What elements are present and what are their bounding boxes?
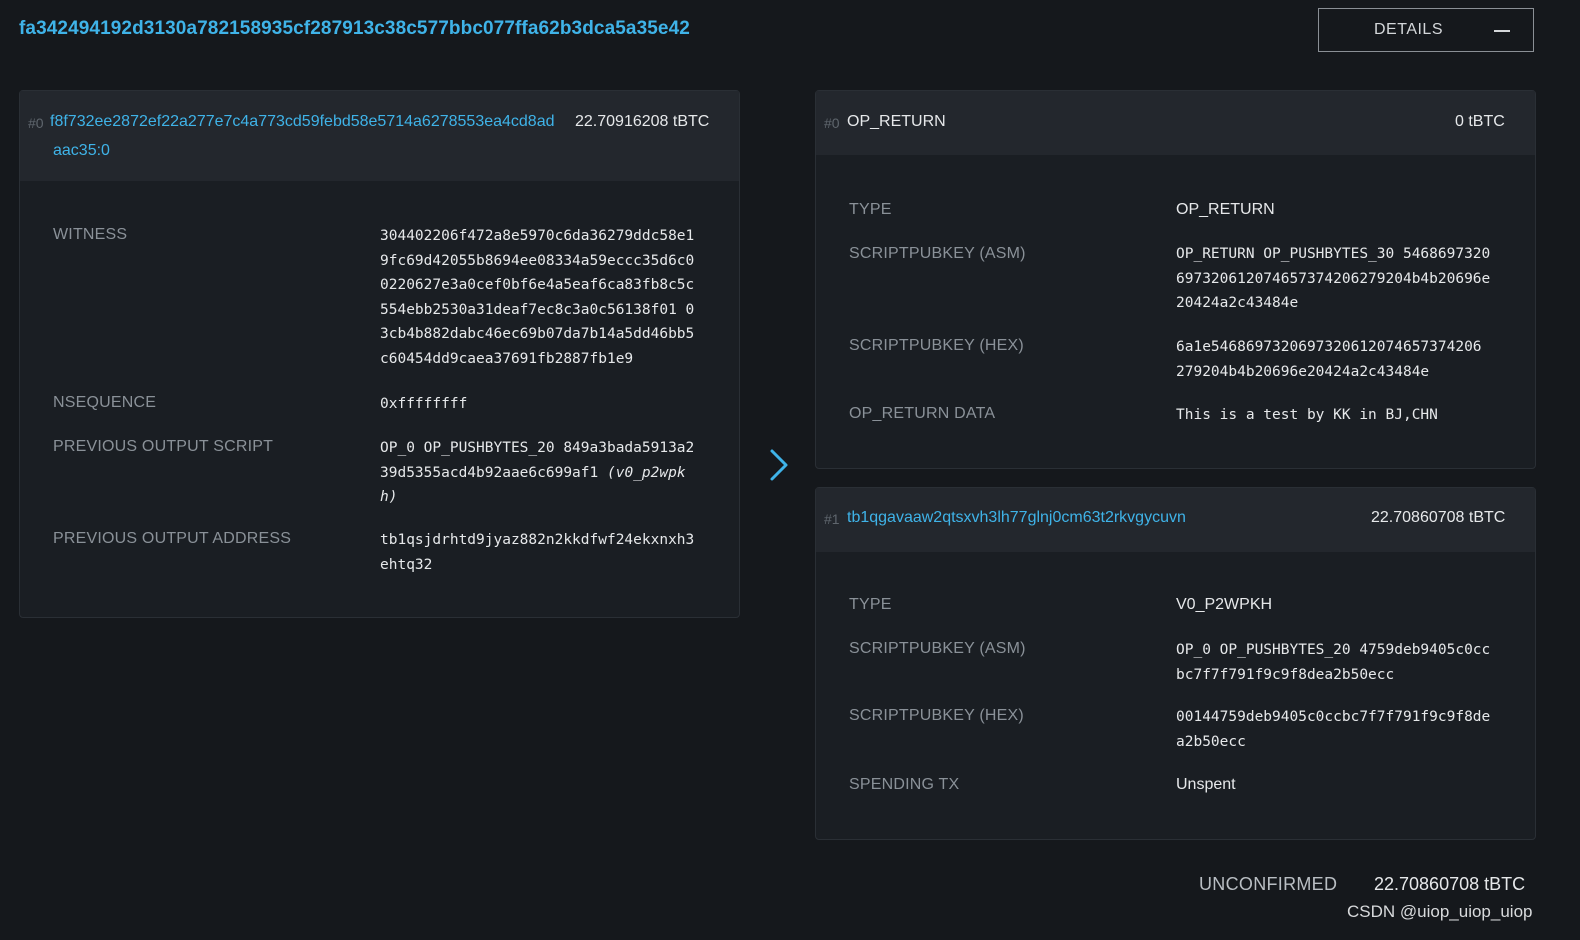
details-button-label: DETAILS [1374, 21, 1443, 38]
output-1-hex-value: 00144759deb9405c0ccbc7f7f791f9c9f8de a2b… [1176, 709, 1491, 750]
output-1-asm-label: SCRIPTPUBKEY (ASM) [849, 640, 1026, 657]
witness-label: WITNESS [53, 226, 128, 243]
output-1-address-link[interactable]: tb1qgavaaw2qtsxvh3lh77glnj0cm63t2rkvgycu… [847, 509, 1186, 527]
confirmation-status: UNCONFIRMED [1199, 874, 1338, 894]
prev-output-address-link[interactable]: tb1qsjdrhtd9jyaz882n2kkdfwf24ekxnxh3 eht… [380, 528, 710, 577]
output-1-asm-value: OP_0 OP_PUSHBYTES_20 4759deb9405c0cc bc7… [1176, 642, 1491, 683]
spending-tx-value: Unspent [1176, 776, 1236, 793]
chevron-right-icon [770, 449, 788, 481]
witness-value: 304402206f472a8e5970c6da36279ddc58e1 9fc… [380, 228, 695, 367]
prev-output-script-value: OP_0 OP_PUSHBYTES_20 849a3bada5913a2 39d… [380, 440, 695, 505]
output-card-1-header: #1 tb1qgavaaw2qtsxvh3lh77glnj0cm63t2rkvg… [816, 488, 1535, 552]
output-0-index: #0 [824, 115, 840, 131]
output-0-hex-value: 6a1e5468697320697320612074657374206 2792… [1176, 339, 1482, 380]
output-0-type-value: OP_RETURN [1176, 201, 1275, 218]
input-card-header: #0 f8f732ee2872ef22a277e7c4a773cd59febd5… [20, 91, 739, 181]
output-0-asm-label: SCRIPTPUBKEY (ASM) [849, 245, 1026, 262]
input-card: #0 f8f732ee2872ef22a277e7c4a773cd59febd5… [19, 90, 740, 618]
output-card-0: #0 OP_RETURN 0 tBTC TYPE OP_RETURN SCRIP… [815, 90, 1536, 469]
op-return-data-label: OP_RETURN DATA [849, 405, 996, 422]
prev-output-script-label: PREVIOUS OUTPUT SCRIPT [53, 438, 274, 455]
output-1-amount: 22.70860708 tBTC [1371, 509, 1506, 526]
output-1-hex-label: SCRIPTPUBKEY (HEX) [849, 707, 1024, 724]
output-0-title: OP_RETURN [847, 113, 946, 130]
input-amount: 22.70916208 tBTC [575, 113, 710, 130]
spending-tx-label: SPENDING TX [849, 776, 960, 793]
op-return-data-value: This is a test by KK in BJ,CHN [1176, 407, 1438, 423]
watermark-text: CSDN @uiop_uiop_uiop [1347, 902, 1533, 921]
output-1-index: #1 [824, 511, 840, 527]
input-prevout-link-cont[interactable]: aac35:0 [53, 142, 110, 160]
nsequence-value: 0xffffffff [380, 396, 468, 412]
input-index: #0 [28, 115, 44, 131]
output-card-0-header: #0 OP_RETURN 0 tBTC [816, 91, 1535, 155]
output-1-type-value: V0_P2WPKH [1176, 596, 1273, 613]
transaction-id-link[interactable]: fa342494192d3130a782158935cf287913c38c57… [19, 18, 690, 40]
details-toggle-button[interactable]: DETAILS [1318, 8, 1534, 52]
collapse-minus-icon [1494, 30, 1510, 32]
output-1-type-label: TYPE [849, 596, 892, 613]
output-card-1: #1 tb1qgavaaw2qtsxvh3lh77glnj0cm63t2rkvg… [815, 487, 1536, 840]
output-0-asm-value: OP_RETURN OP_PUSHBYTES_30 5468697320 697… [1176, 246, 1491, 311]
script-type-annotation: (v0_p2wpk [606, 464, 686, 481]
output-0-hex-label: SCRIPTPUBKEY (HEX) [849, 337, 1024, 354]
output-0-type-label: TYPE [849, 201, 892, 218]
total-amount: 22.70860708 tBTC [1374, 874, 1526, 894]
output-0-amount: 0 tBTC [1455, 113, 1505, 130]
input-prevout-link[interactable]: f8f732ee2872ef22a277e7c4a773cd59febd58e5… [50, 113, 555, 131]
nsequence-label: NSEQUENCE [53, 394, 157, 411]
prev-output-address-label: PREVIOUS OUTPUT ADDRESS [53, 530, 292, 547]
